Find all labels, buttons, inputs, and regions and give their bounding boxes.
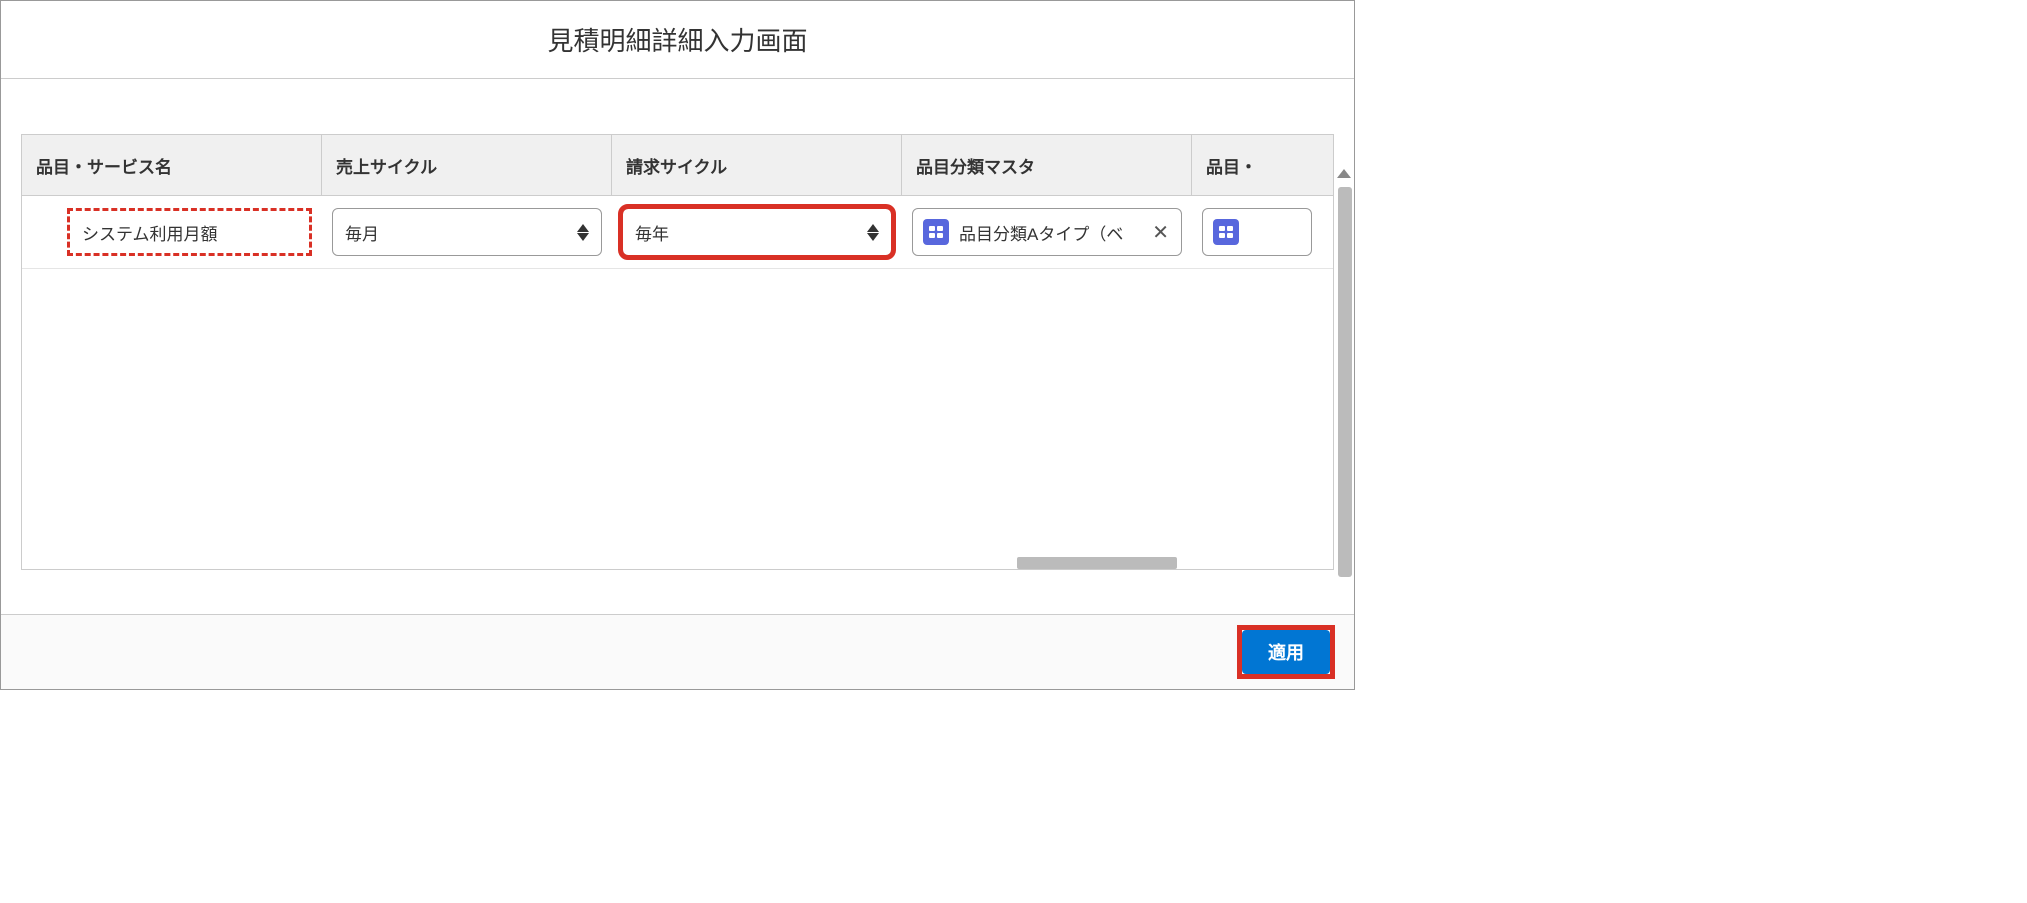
- clear-icon[interactable]: ✕: [1150, 220, 1171, 245]
- cell-item-name: システム利用月額: [22, 208, 322, 256]
- cell-item-extra: [1192, 208, 1312, 256]
- scroll-up-arrow-icon[interactable]: [1337, 169, 1351, 178]
- dialog-header: 見積明細詳細入力画面: [1, 1, 1354, 79]
- dialog-body: 品目・サービス名 売上サイクル 請求サイクル 品目分類マスタ 品目・ システム利…: [1, 79, 1354, 614]
- sales-cycle-value: 毎月: [345, 220, 379, 245]
- spinner-icon: [867, 224, 879, 241]
- col-header-category-master: 品目分類マスタ: [902, 135, 1192, 195]
- item-extra-lookup[interactable]: [1202, 208, 1312, 256]
- table-empty-area: [22, 269, 1333, 569]
- record-icon: [923, 219, 949, 245]
- cell-billing-cycle: 毎年: [612, 208, 902, 256]
- apply-button-highlight: 適用: [1242, 630, 1330, 674]
- billing-cycle-select[interactable]: 毎年: [622, 208, 892, 256]
- horizontal-scrollbar[interactable]: [22, 557, 1333, 569]
- col-header-billing-cycle: 請求サイクル: [612, 135, 902, 195]
- record-icon: [1213, 219, 1239, 245]
- dialog-title: 見積明細詳細入力画面: [1, 21, 1354, 58]
- cell-category-master: 品目分類Aタイプ（ベ ✕: [902, 208, 1192, 256]
- category-master-value: 品目分類Aタイプ（ベ: [959, 220, 1140, 245]
- billing-cycle-value: 毎年: [635, 220, 669, 245]
- col-header-item-extra: 品目・: [1192, 135, 1312, 195]
- table-row: システム利用月額 毎月 毎年: [22, 196, 1333, 269]
- apply-button[interactable]: 適用: [1242, 630, 1330, 674]
- quote-detail-dialog: 見積明細詳細入力画面 品目・サービス名 売上サイクル 請求サイクル 品目分類マス…: [0, 0, 1355, 690]
- spinner-icon: [577, 224, 589, 241]
- detail-table: 品目・サービス名 売上サイクル 請求サイクル 品目分類マスタ 品目・ システム利…: [21, 134, 1334, 570]
- table-header-row: 品目・サービス名 売上サイクル 請求サイクル 品目分類マスタ 品目・: [22, 135, 1333, 196]
- col-header-item-name: 品目・サービス名: [22, 135, 322, 195]
- dialog-footer: 適用: [1, 614, 1354, 689]
- sales-cycle-select[interactable]: 毎月: [332, 208, 602, 256]
- item-name-highlight-box[interactable]: システム利用月額: [67, 208, 312, 256]
- vertical-scroll-thumb[interactable]: [1338, 187, 1352, 577]
- col-header-sales-cycle: 売上サイクル: [322, 135, 612, 195]
- item-name-text: システム利用月額: [82, 220, 218, 245]
- horizontal-scroll-thumb[interactable]: [1017, 557, 1177, 569]
- vertical-scrollbar[interactable]: [1338, 169, 1352, 614]
- category-master-lookup[interactable]: 品目分類Aタイプ（ベ ✕: [912, 208, 1182, 256]
- cell-sales-cycle: 毎月: [322, 208, 612, 256]
